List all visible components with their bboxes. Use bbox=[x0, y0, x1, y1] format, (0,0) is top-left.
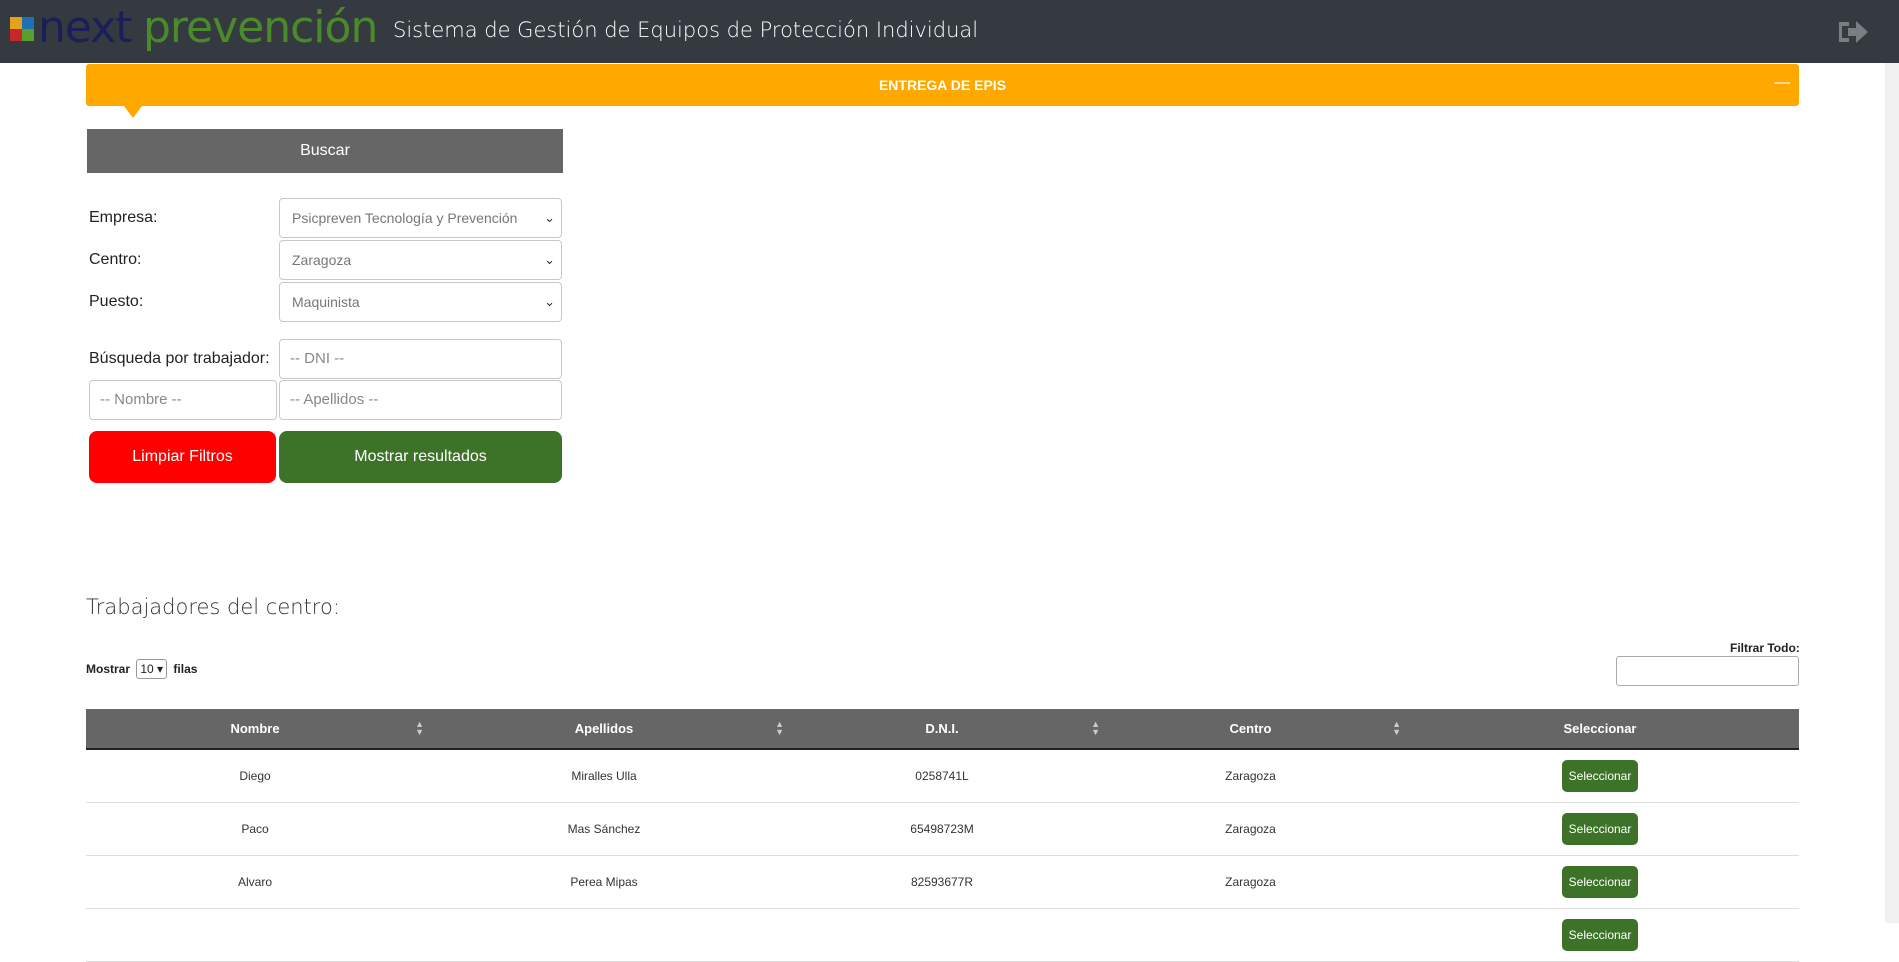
chevron-down-icon: ⌄ bbox=[544, 252, 555, 267]
cell-dni bbox=[784, 908, 1100, 962]
rows-suffix: filas bbox=[173, 662, 198, 676]
cell-apellidos: Mas Sánchez bbox=[424, 802, 784, 856]
cell-nombre: Diego bbox=[86, 749, 424, 803]
show-label: Mostrar bbox=[86, 662, 131, 676]
centro-select[interactable]: Zaragoza ⌄ bbox=[279, 240, 562, 280]
cell-dni: 0258741L bbox=[784, 749, 1100, 803]
cell-dni: 65498723M bbox=[784, 802, 1100, 856]
banner-pointer bbox=[124, 106, 142, 118]
scrollbar[interactable] bbox=[1885, 63, 1899, 923]
puesto-select[interactable]: Maquinista ⌄ bbox=[279, 282, 562, 322]
app-title: Sistema de Gestión de Equipos de Protecc… bbox=[393, 18, 979, 42]
sort-icon[interactable]: ▲ ▼ bbox=[775, 720, 784, 737]
logo-prevencion: prevención bbox=[143, 2, 378, 53]
column-header-apellidos[interactable]: Apellidos ▲ ▼ bbox=[424, 709, 784, 750]
worker-search-label: Búsqueda por trabajador: bbox=[89, 350, 270, 367]
centro-select-value: Zaragoza bbox=[292, 252, 352, 268]
banner-title: ENTREGA DE EPIS bbox=[878, 77, 1007, 93]
dni-field[interactable]: -- DNI -- bbox=[279, 339, 562, 379]
cell-nombre: Paco bbox=[86, 802, 424, 856]
chevron-down-icon: ⌄ bbox=[544, 294, 555, 309]
table-header-row: Nombre ▲ ▼ Apellidos ▲ ▼ D.N.I. ▲ ▼ Centro ▲ ▼ S… bbox=[86, 709, 1799, 750]
column-header-nombre[interactable]: Nombre ▲ ▼ bbox=[86, 709, 424, 750]
table-row: Diego Miralles Ulla 0258741L Zaragoza Se… bbox=[86, 749, 1799, 803]
sort-icon[interactable]: ▲ ▼ bbox=[1392, 720, 1401, 737]
cell-centro: Zaragoza bbox=[1100, 855, 1401, 909]
puesto-label: Puesto: bbox=[89, 293, 144, 310]
cell-apellidos: Miralles Ulla bbox=[424, 749, 784, 803]
rows-select[interactable]: 10 ▾ bbox=[136, 659, 168, 679]
cell-dni: 82593677R bbox=[784, 855, 1100, 909]
column-header-dni[interactable]: D.N.I. ▲ ▼ bbox=[784, 709, 1100, 750]
cell-nombre: Alvaro bbox=[86, 855, 424, 909]
clear-filters-button[interactable]: Limpiar Filtros bbox=[89, 431, 276, 483]
collapse-icon[interactable]: — bbox=[1774, 74, 1790, 92]
select-worker-button[interactable]: Seleccionar bbox=[1562, 919, 1638, 951]
rows-length-control: Mostrar 10 ▾ filas bbox=[86, 659, 197, 679]
column-header-seleccionar: Seleccionar bbox=[1401, 709, 1799, 750]
table-row: Seleccionar bbox=[86, 908, 1799, 962]
centro-label: Centro: bbox=[89, 251, 142, 268]
workers-table: Nombre ▲ ▼ Apellidos ▲ ▼ D.N.I. ▲ ▼ Centro ▲ ▼ S… bbox=[86, 709, 1799, 962]
cell-centro: Zaragoza bbox=[1100, 749, 1401, 803]
chevron-down-icon: ⌄ bbox=[544, 210, 555, 225]
cell-apellidos: Perea Mipas bbox=[424, 855, 784, 909]
workers-title: Trabajadores del centro: bbox=[86, 595, 340, 619]
sort-icon[interactable]: ▲ ▼ bbox=[1091, 720, 1100, 737]
empresa-select[interactable]: Psicpreven Tecnología y Prevención ⌄ bbox=[279, 198, 562, 238]
column-header-centro[interactable]: Centro ▲ ▼ bbox=[1100, 709, 1401, 750]
search-toggle-button[interactable]: Buscar bbox=[87, 129, 563, 173]
show-results-button[interactable]: Mostrar resultados bbox=[279, 431, 562, 483]
empresa-label: Empresa: bbox=[89, 209, 158, 226]
select-worker-button[interactable]: Seleccionar bbox=[1562, 760, 1638, 792]
filter-input[interactable] bbox=[1616, 656, 1799, 686]
nombre-field[interactable]: -- Nombre -- bbox=[89, 380, 277, 420]
select-worker-button[interactable]: Seleccionar bbox=[1562, 813, 1638, 845]
cell-apellidos bbox=[424, 908, 784, 962]
filter-label: Filtrar Todo: bbox=[1730, 641, 1800, 655]
select-worker-button[interactable]: Seleccionar bbox=[1562, 866, 1638, 898]
logo-next: next bbox=[38, 2, 132, 53]
apellidos-field[interactable]: -- Apellidos -- bbox=[279, 380, 562, 420]
cell-nombre bbox=[86, 908, 424, 962]
cell-centro bbox=[1100, 908, 1401, 962]
puesto-select-value: Maquinista bbox=[292, 294, 360, 310]
cell-centro: Zaragoza bbox=[1100, 802, 1401, 856]
empresa-select-value: Psicpreven Tecnología y Prevención bbox=[292, 210, 518, 226]
table-row: Alvaro Perea Mipas 82593677R Zaragoza Se… bbox=[86, 855, 1799, 909]
table-row: Paco Mas Sánchez 65498723M Zaragoza Sele… bbox=[86, 802, 1799, 856]
logo-icon bbox=[10, 17, 34, 41]
sort-icon[interactable]: ▲ ▼ bbox=[415, 720, 424, 737]
section-banner: ENTREGA DE EPIS — bbox=[86, 64, 1799, 106]
top-bar: next prevención Sistema de Gestión de Eq… bbox=[0, 0, 1899, 63]
sign-out-icon[interactable] bbox=[1836, 18, 1870, 46]
